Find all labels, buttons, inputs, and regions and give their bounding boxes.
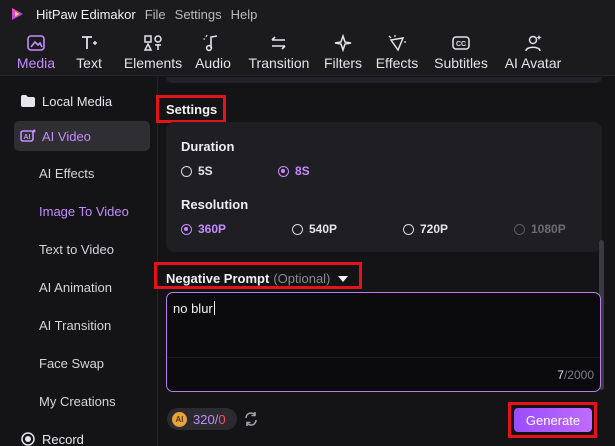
resolution-label: Resolution (181, 197, 249, 212)
audio-icon (203, 34, 218, 52)
elements-icon (143, 35, 162, 51)
resolution-540p-radio[interactable]: 540P (292, 222, 337, 236)
tab-text[interactable]: Text (72, 28, 106, 76)
sidebar-sub-ai-animation[interactable]: AI Animation (39, 280, 112, 295)
tab-elements[interactable]: Elements (118, 28, 188, 76)
sidebar-sub-my-creations[interactable]: My Creations (39, 394, 116, 409)
tab-audio-label: Audio (195, 55, 231, 71)
menu-file[interactable]: File (145, 7, 166, 22)
sidebar-sub-ai-transition[interactable]: AI Transition (39, 318, 111, 333)
tab-ai-avatar-label: AI Avatar (504, 55, 562, 71)
refresh-icon[interactable] (243, 411, 259, 427)
sidebar-item-label: AI Video (42, 128, 91, 144)
resolution-360p-label: 360P (198, 222, 227, 236)
transition-icon (271, 36, 286, 50)
tab-filters-label: Filters (323, 55, 363, 71)
radio-circle-checked (181, 223, 192, 235)
record-icon (21, 432, 35, 446)
negative-prompt-input[interactable]: no blur 7/2000 (166, 292, 601, 392)
svg-text:AI: AI (24, 134, 31, 141)
settings-highlight (156, 95, 226, 123)
text-icon (82, 36, 97, 49)
tab-subtitles-label: Subtitles (434, 55, 488, 71)
sidebar-item-local-media[interactable]: Local Media (14, 86, 150, 116)
credit-text: 320/0 (193, 411, 226, 427)
resolution-720p-label: 720P (420, 222, 449, 236)
sidebar-sub-face-swap[interactable]: Face Swap (39, 356, 104, 371)
negative-prompt-value: no blur (173, 301, 215, 316)
ai-video-icon: AI (20, 129, 36, 142)
text-caret (213, 301, 215, 315)
ai-avatar-icon (525, 35, 542, 52)
svg-text:CC: CC (456, 41, 466, 48)
tab-audio[interactable]: Audio (188, 28, 238, 76)
tab-effects[interactable]: Effects (372, 28, 422, 76)
tab-media[interactable]: Media (0, 28, 72, 76)
credit-coin-icon: AI (172, 411, 187, 427)
sidebar-sub-text-to-video[interactable]: Text to Video (39, 242, 114, 257)
duration-5s-radio[interactable]: 5S (181, 164, 213, 178)
sidebar-item-label: Record (42, 431, 84, 446)
duration-8s-radio[interactable]: 8S (278, 164, 310, 178)
filters-icon (334, 34, 352, 52)
radio-circle (181, 165, 192, 177)
tab-text-label: Text (76, 55, 102, 71)
duration-5s-label: 5S (198, 164, 213, 178)
resolution-540p-label: 540P (309, 222, 338, 236)
tab-media-label: Media (16, 55, 56, 71)
credits-display: AI 320/0 (167, 408, 237, 430)
tab-transition[interactable]: Transition (244, 28, 314, 76)
radio-circle (292, 223, 303, 235)
tab-transition-label: Transition (248, 55, 310, 71)
sidebar-sub-image-to-video[interactable]: Image To Video (39, 204, 129, 219)
sidebar-sub-ai-effects[interactable]: AI Effects (39, 166, 94, 181)
tab-filters[interactable]: Filters (320, 28, 366, 76)
menu-settings[interactable]: Settings (175, 7, 222, 22)
resolution-1080p-radio: 1080P (514, 222, 566, 236)
folder-icon (21, 95, 35, 107)
resolution-1080p-label: 1080P (531, 222, 566, 236)
generate-highlight (508, 402, 597, 438)
tab-elements-label: Elements (123, 55, 183, 71)
prompt-footer: 7/2000 (167, 357, 600, 391)
title-bar: HitPaw Edimakor File Settings Help (0, 0, 615, 28)
main-toolbar: Media Text Elements Audio Transition Fil… (0, 28, 615, 76)
negative-prompt-highlight (154, 262, 362, 289)
sidebar-item-ai-video[interactable]: AI AI Video (14, 121, 150, 151)
tab-subtitles[interactable]: CC Subtitles (430, 28, 492, 76)
sidebar-item-record[interactable]: Record (14, 424, 150, 446)
duration-label: Duration (181, 139, 235, 154)
radio-circle (403, 223, 414, 235)
menu-help[interactable]: Help (231, 7, 258, 22)
tab-effects-label: Effects (375, 55, 419, 71)
app-logo-icon (8, 5, 26, 23)
resolution-720p-radio[interactable]: 720P (403, 222, 448, 236)
char-counter: 7/2000 (557, 368, 594, 382)
tab-ai-avatar[interactable]: AI Avatar (500, 28, 566, 76)
resolution-360p-radio[interactable]: 360P (181, 222, 226, 236)
media-icon (27, 35, 45, 51)
radio-circle-checked (278, 165, 289, 177)
previous-card-edge (166, 77, 602, 83)
radio-circle-disabled (514, 223, 525, 235)
duration-8s-label: 8S (295, 164, 310, 178)
effects-icon (388, 35, 406, 52)
sidebar-item-label: Local Media (42, 93, 113, 109)
subtitles-icon: CC (452, 36, 470, 50)
app-title: HitPaw Edimakor (36, 6, 136, 22)
